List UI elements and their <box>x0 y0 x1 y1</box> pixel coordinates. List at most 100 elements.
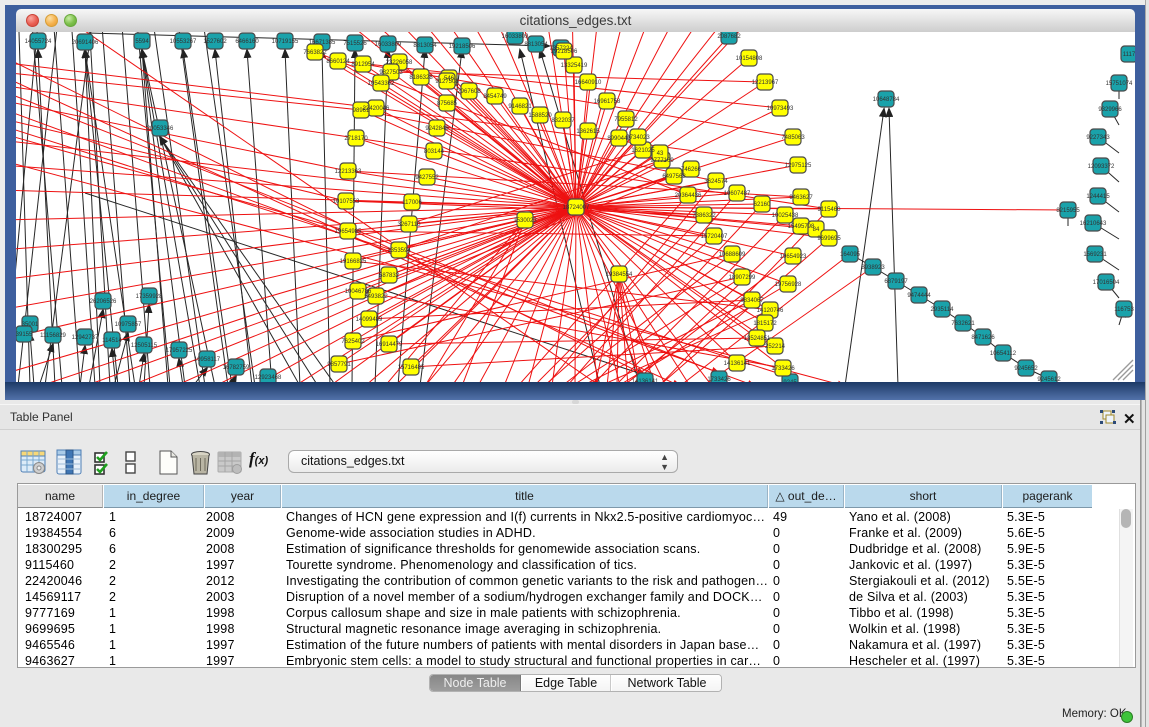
svg-text:8938923: 8938923 <box>861 265 885 271</box>
svg-text:20053346: 20053346 <box>147 126 174 132</box>
svg-text:9699695: 9699695 <box>817 236 841 242</box>
svg-text:19218506: 19218506 <box>449 44 476 50</box>
svg-text:9857791: 9857791 <box>327 362 351 368</box>
svg-text:17016504: 17016504 <box>1093 280 1120 286</box>
svg-text:19654985: 19654985 <box>335 229 362 235</box>
svg-text:12093372: 12093372 <box>1088 164 1115 170</box>
svg-text:7955812: 7955812 <box>614 117 638 123</box>
svg-text:803144: 803144 <box>424 149 445 155</box>
svg-text:10958117: 10958117 <box>194 357 221 363</box>
svg-text:3267110: 3267110 <box>398 222 422 228</box>
svg-text:12975125: 12975125 <box>785 163 812 169</box>
svg-text:15751074: 15751074 <box>1106 81 1133 87</box>
svg-text:8454749: 8454749 <box>483 94 507 100</box>
svg-text:12213967: 12213967 <box>752 80 779 86</box>
svg-text:1569231: 1569231 <box>1083 252 1107 258</box>
svg-text:84: 84 <box>813 227 820 233</box>
svg-text:13325419: 13325419 <box>561 63 588 69</box>
svg-text:8912954: 8912954 <box>351 62 375 68</box>
svg-text:14055724: 14055724 <box>25 39 52 45</box>
svg-text:3624574: 3624574 <box>704 179 728 185</box>
svg-text:2967608: 2967608 <box>457 89 481 95</box>
svg-text:1733426: 1733426 <box>771 366 795 372</box>
svg-text:8813054: 8813054 <box>524 42 548 48</box>
svg-text:8215955: 8215955 <box>1056 208 1080 214</box>
svg-text:17359928: 17359928 <box>136 294 163 300</box>
svg-text:20691406: 20691406 <box>72 40 99 46</box>
svg-text:587832: 587832 <box>379 273 400 279</box>
svg-text:6466160: 6466160 <box>235 39 259 45</box>
svg-text:1530023: 1530023 <box>513 218 537 224</box>
svg-text:14099489: 14099489 <box>356 317 383 323</box>
svg-text:14120746: 14120746 <box>757 308 784 314</box>
svg-text:2935114: 2935114 <box>931 307 955 313</box>
svg-text:10154808: 10154808 <box>736 56 763 62</box>
svg-text:43: 43 <box>657 151 664 157</box>
svg-text:6879197: 6879197 <box>884 279 908 285</box>
svg-text:9115460: 9115460 <box>818 207 842 213</box>
svg-text:1353594: 1353594 <box>387 248 411 254</box>
svg-text:9245: 9245 <box>783 380 797 382</box>
svg-text:1621025: 1621025 <box>631 148 655 154</box>
svg-text:13524851: 13524851 <box>744 336 771 342</box>
svg-text:10543362: 10543362 <box>368 81 395 87</box>
svg-text:15716485: 15716485 <box>398 365 425 371</box>
svg-text:5493822: 5493822 <box>364 294 388 300</box>
svg-text:2087682: 2087682 <box>717 34 741 40</box>
svg-text:164095: 164095 <box>840 252 861 258</box>
svg-text:16210643: 16210643 <box>1080 221 1107 227</box>
svg-text:12942737: 12942737 <box>72 335 99 341</box>
svg-text:114514: 114514 <box>102 338 122 344</box>
svg-text:35001: 35001 <box>22 322 39 328</box>
svg-text:9242848: 9242848 <box>425 126 449 132</box>
svg-text:9127508: 9127508 <box>435 79 459 85</box>
svg-text:9227343: 9227343 <box>1086 135 1110 141</box>
svg-text:10719155: 10719155 <box>272 39 299 45</box>
svg-text:15720407: 15720407 <box>701 234 728 240</box>
svg-text:9463627: 9463627 <box>789 195 813 201</box>
svg-text:14136141: 14136141 <box>724 361 751 367</box>
svg-text:12923468: 12923468 <box>255 375 282 381</box>
svg-text:9146821: 9146821 <box>508 104 532 110</box>
svg-text:1362615: 1362615 <box>576 129 600 135</box>
svg-text:10648784: 10648784 <box>873 97 900 103</box>
svg-text:9245652: 9245652 <box>1014 366 1038 372</box>
svg-text:10553267: 10553267 <box>170 39 197 45</box>
svg-text:19384554: 19384554 <box>606 272 633 278</box>
svg-text:9329966: 9329966 <box>1098 107 1122 113</box>
svg-text:18724007: 18724007 <box>563 205 590 211</box>
svg-text:11156829: 11156829 <box>40 333 66 339</box>
svg-text:8471626: 8471626 <box>971 335 995 341</box>
svg-text:10688609: 10688609 <box>719 252 746 258</box>
svg-text:7485063: 7485063 <box>781 135 805 141</box>
svg-text:16671385: 16671385 <box>309 40 336 46</box>
svg-text:9777169: 9777169 <box>650 158 674 164</box>
svg-text:7386322: 7386322 <box>692 213 716 219</box>
svg-text:1117: 1117 <box>1123 52 1135 58</box>
svg-text:19218506: 19218506 <box>551 49 578 55</box>
svg-text:8186328: 8186328 <box>409 75 433 81</box>
svg-text:5594: 5594 <box>135 39 149 45</box>
svg-text:12505115: 12505115 <box>131 343 158 349</box>
svg-text:1588520: 1588520 <box>528 113 552 119</box>
svg-text:15495798: 15495798 <box>788 224 815 230</box>
svg-text:875685: 875685 <box>437 101 458 107</box>
svg-text:8813054: 8813054 <box>413 43 437 49</box>
svg-text:10107553: 10107553 <box>333 199 360 205</box>
svg-text:10025438: 10025438 <box>772 213 799 219</box>
svg-text:98961: 98961 <box>353 108 370 114</box>
svg-text:7515526: 7515526 <box>343 41 367 47</box>
svg-text:6497568: 6497568 <box>662 174 686 180</box>
svg-text:10607487: 10607487 <box>724 191 751 197</box>
svg-text:12213363: 12213363 <box>335 169 362 175</box>
svg-text:252214: 252214 <box>765 344 786 350</box>
svg-text:1733426: 1733426 <box>707 377 731 382</box>
svg-text:39155: 39155 <box>16 332 33 338</box>
svg-text:7632621: 7632621 <box>951 321 975 327</box>
svg-text:9827503: 9827503 <box>379 70 403 76</box>
svg-text:1244415: 1244415 <box>1086 194 1110 200</box>
svg-text:9734023: 9734023 <box>626 135 650 141</box>
svg-text:7663822: 7663822 <box>303 50 327 56</box>
svg-text:116753: 116753 <box>1114 307 1134 313</box>
svg-text:9474444: 9474444 <box>907 293 931 299</box>
